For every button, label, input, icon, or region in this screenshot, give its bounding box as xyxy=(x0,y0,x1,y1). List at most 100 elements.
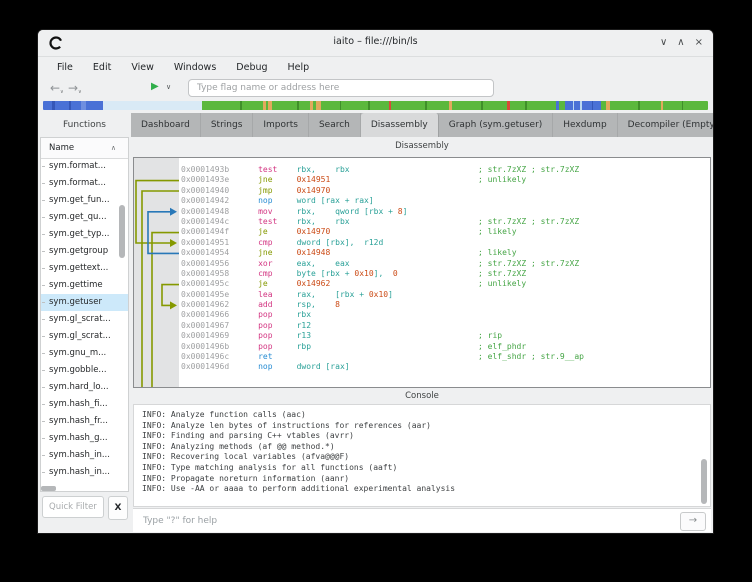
run-dropdown-icon[interactable]: ∨ xyxy=(166,83,171,91)
disassembly-dock-title: Disassembly xyxy=(133,141,711,151)
disassembly-line[interactable]: 0x00014942 nop word [rax + rax] xyxy=(134,196,710,206)
memory-segment xyxy=(565,101,573,110)
asm-token-mn: pop xyxy=(258,331,297,340)
asm-token-mn: cmp xyxy=(258,269,297,278)
asm-token-reg: ] xyxy=(403,207,408,216)
disassembly-line[interactable]: 0x0001494f je 0x14970; likely xyxy=(134,227,710,237)
flag-search-input[interactable] xyxy=(188,79,494,97)
window-title: iaito – file:///bin/ls xyxy=(38,36,713,47)
disassembly-line[interactable]: 0x00014951 cmp dword [rbx], r12d xyxy=(134,238,710,248)
back-button[interactable]: ← xyxy=(50,81,60,95)
tab-disassembly[interactable]: Disassembly xyxy=(361,113,439,137)
function-row[interactable]: sym.hard_lo... xyxy=(41,379,128,396)
instruction: 0x0001494c test rbx, rbx xyxy=(181,217,350,227)
filter-clear-button[interactable]: X xyxy=(108,496,128,520)
function-row[interactable]: sym.gl_scrat... xyxy=(41,328,128,345)
function-row[interactable]: sym.gnu_m... xyxy=(41,345,128,362)
asm-token-reg: byte [rbx + xyxy=(297,269,355,278)
minimize-icon[interactable]: ∨ xyxy=(660,35,667,51)
menu-item-help[interactable]: Help xyxy=(279,59,319,76)
tab-graph-sym-getuser[interactable]: Graph (sym.getuser) xyxy=(439,113,554,137)
instruction: 0x0001493b test rbx, rbx xyxy=(181,165,350,175)
console-scrollbar[interactable] xyxy=(701,459,707,504)
disassembly-line[interactable]: 0x00014940 jmp 0x14970 xyxy=(134,186,710,196)
maximize-icon[interactable]: ∧ xyxy=(677,35,684,51)
asm-token-reg: rbx xyxy=(335,165,349,174)
asm-token-reg: r13 xyxy=(297,331,311,340)
disassembly-line[interactable]: 0x00014956 xor eax, eax; str.7zXZ ; str.… xyxy=(134,259,710,269)
disassembly-line[interactable]: 0x00014958 cmp byte [rbx + 0x10], 0; str… xyxy=(134,269,710,279)
tab-hexdump[interactable]: Hexdump xyxy=(553,113,617,137)
quick-filter-input[interactable] xyxy=(42,496,104,518)
command-input[interactable] xyxy=(133,509,693,532)
close-icon[interactable]: × xyxy=(695,35,703,51)
functions-hscrollbar[interactable] xyxy=(41,486,56,491)
functions-column-header[interactable]: Name ∧ xyxy=(41,138,128,159)
disassembly-line[interactable]: 0x00014966 pop rbx xyxy=(134,310,710,320)
menu-item-file[interactable]: File xyxy=(48,59,82,76)
instruction-comment: ; likely xyxy=(478,248,517,258)
asm-token-reg: qword [rbx + xyxy=(335,207,398,216)
asm-token-reg: word [rax + rax] xyxy=(297,196,374,205)
function-row[interactable]: sym.hash_fi... xyxy=(41,396,128,413)
instruction-comment: ; str.7zXZ ; str.7zXZ xyxy=(478,259,579,269)
instruction: 0x00014958 cmp byte [rbx + 0x10], 0 xyxy=(181,269,398,279)
tab-dashboard[interactable]: Dashboard xyxy=(131,113,201,137)
function-row[interactable]: sym.get_qu... xyxy=(41,209,128,226)
function-row[interactable]: sym.getuser xyxy=(41,294,128,311)
disassembly-line[interactable]: 0x0001496c ret; elf_shdr ; str.9__ap xyxy=(134,352,710,362)
disassembly-line[interactable]: 0x00014962 add rsp, 8 xyxy=(134,300,710,310)
function-row[interactable]: sym.format... xyxy=(41,175,128,192)
tab-imports[interactable]: Imports xyxy=(253,113,309,137)
disassembly-line[interactable]: 0x0001493b test rbx, rbx; str.7zXZ ; str… xyxy=(134,165,710,175)
function-row[interactable]: sym.getgroup xyxy=(41,243,128,260)
disassembly-line[interactable]: 0x0001494c test rbx, rbx; str.7zXZ ; str… xyxy=(134,217,710,227)
disassembly-line[interactable]: 0x00014948 mov rbx, qword [rbx + 8] xyxy=(134,207,710,217)
menu-item-edit[interactable]: Edit xyxy=(84,59,120,76)
disassembly-line[interactable]: 0x0001495c je 0x14962; unlikely xyxy=(134,279,710,289)
instruction-address: 0x00014969 xyxy=(181,331,258,340)
function-row[interactable]: sym.hash_fr... xyxy=(41,413,128,430)
disassembly-line[interactable]: 0x0001493e jne 0x14951; unlikely xyxy=(134,175,710,185)
tab-decompiler-empty[interactable]: Decompiler (Empty) xyxy=(618,113,713,137)
execute-command-button[interactable]: → xyxy=(680,512,706,531)
menu-item-view[interactable]: View xyxy=(122,59,163,76)
forward-dropdown-icon[interactable]: ∨ xyxy=(78,89,82,95)
function-row[interactable]: sym.gettext... xyxy=(41,260,128,277)
tab-search[interactable]: Search xyxy=(309,113,361,137)
functions-scrollbar[interactable] xyxy=(119,205,125,258)
function-row[interactable]: sym.hash_in... xyxy=(41,447,128,464)
memory-segment xyxy=(483,101,508,110)
function-row[interactable]: sym.format... xyxy=(41,158,128,175)
disassembly-line[interactable]: 0x00014969 pop r13; rip xyxy=(134,331,710,341)
function-row[interactable]: sym.get_typ... xyxy=(41,226,128,243)
disassembly-line[interactable]: 0x00014954 jne 0x14948; likely xyxy=(134,248,710,258)
instruction: 0x0001493e jne 0x14951 xyxy=(181,175,330,185)
function-row[interactable]: sym.get_fun... xyxy=(41,192,128,209)
function-row[interactable]: sym.hash_in... xyxy=(41,464,128,481)
function-row[interactable]: sym.gobble... xyxy=(41,362,128,379)
memory-map-bar[interactable] xyxy=(43,101,708,110)
menu-item-debug[interactable]: Debug xyxy=(227,59,276,76)
function-row[interactable]: sym.gl_scrat... xyxy=(41,311,128,328)
console-line: INFO: Analyze function calls (aac) xyxy=(142,410,455,421)
disassembly-line[interactable]: 0x00014967 pop r12 xyxy=(134,321,710,331)
function-row[interactable]: sym.hash_g... xyxy=(41,430,128,447)
menu-item-windows[interactable]: Windows xyxy=(165,59,225,76)
instruction: 0x00014969 pop r13 xyxy=(181,331,311,341)
run-button[interactable]: ▶ xyxy=(151,81,159,92)
forward-button[interactable]: → xyxy=(68,81,78,95)
disassembly-line[interactable]: 0x0001496d nop dword [rax] xyxy=(134,362,710,372)
tab-strings[interactable]: Strings xyxy=(201,113,254,137)
memory-segment xyxy=(391,101,425,110)
disassembly-view[interactable]: 0x0001493b test rbx, rbx ; str.7zXZ ; str… xyxy=(133,157,711,388)
back-dropdown-icon[interactable]: ∨ xyxy=(60,89,64,95)
memory-segment xyxy=(55,101,68,110)
function-row[interactable]: sym.gettime xyxy=(41,277,128,294)
asm-token-jmp: jmp xyxy=(258,186,297,195)
disassembly-line[interactable]: 0x0001496b pop rbp; elf_phdr xyxy=(134,342,710,352)
memory-segment xyxy=(582,101,591,110)
disassembly-line[interactable]: 0x0001495e lea rax, [rbx + 0x10] xyxy=(134,290,710,300)
instruction: 0x0001495c je 0x14962 xyxy=(181,279,330,289)
memory-segment xyxy=(593,101,601,110)
